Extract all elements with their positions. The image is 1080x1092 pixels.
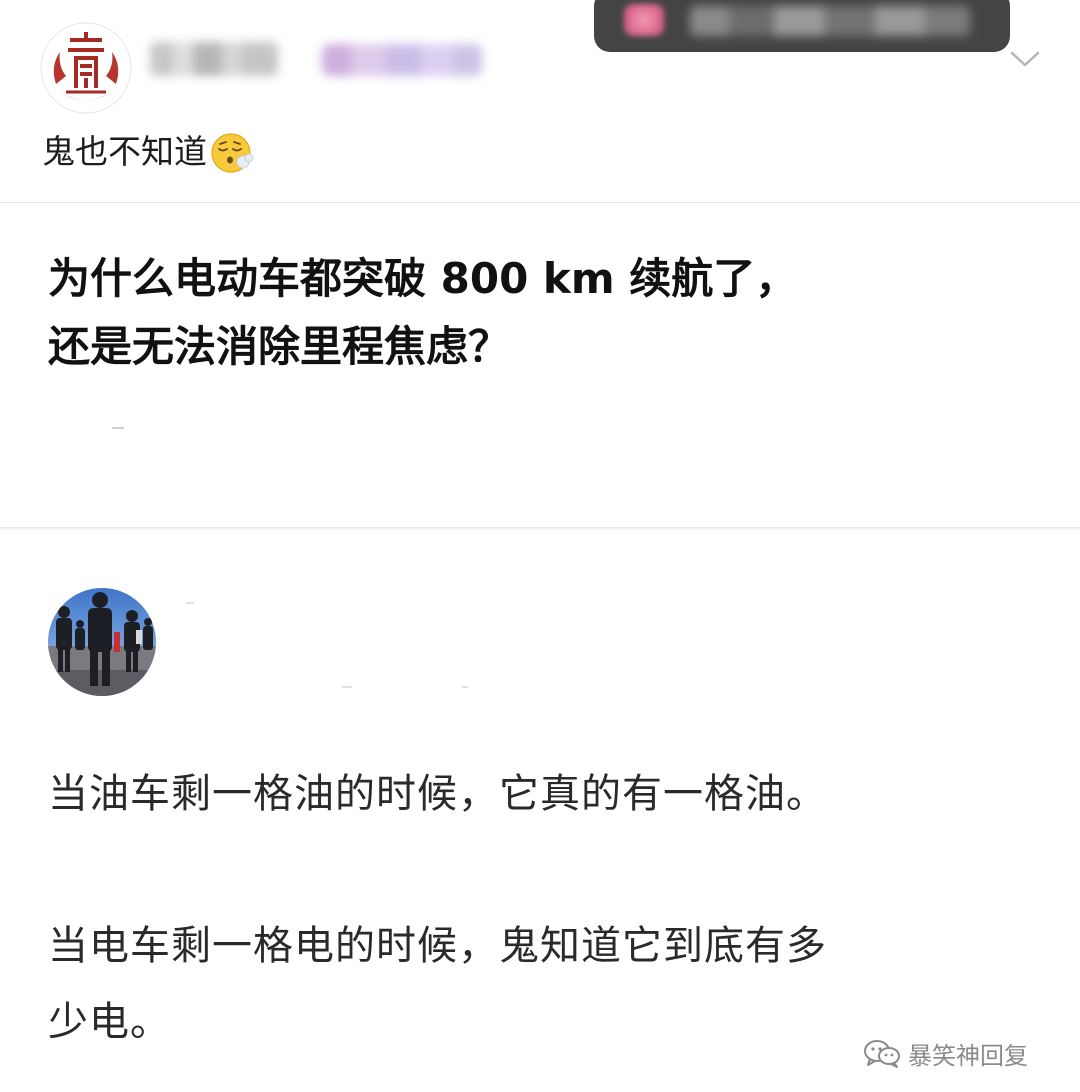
blurred-meta-remnant — [462, 686, 468, 688]
question-card[interactable]: 为什么电动车都突破 800 km 续航了， 还是无法消除里程焦虑？ — [0, 202, 1080, 528]
username-blurred[interactable] — [150, 42, 278, 76]
answer-paragraph-2-line-1: 当电车剩一格电的时候，鬼知道它到底有多 — [48, 923, 827, 969]
crowd-photo-icon — [48, 588, 156, 696]
question-title: 为什么电动车都突破 800 km 续航了， 还是无法消除里程焦虑？ — [48, 245, 1038, 381]
exhaling-face-emoji-icon — [209, 129, 255, 175]
answer-card: 当油车剩一格油的时候，它真的有一格油。 当电车剩一格电的时候，鬼知道它到底有多 … — [0, 530, 1080, 1092]
user-badge-blurred — [322, 44, 482, 76]
watermark: 暴笑神回复 — [862, 1036, 1028, 1070]
blurred-name-remnant — [186, 602, 194, 604]
answer-text: 当油车剩一格油的时候，它真的有一格油。 当电车剩一格电的时候，鬼知道它到底有多 … — [48, 756, 1038, 1060]
toast-avatar-blurred — [624, 4, 664, 36]
post-text-content: 鬼也不知道 — [42, 132, 207, 171]
chevron-down-icon[interactable] — [1008, 48, 1042, 70]
blurred-meta-remnant — [342, 686, 352, 688]
wechat-icon — [862, 1038, 902, 1068]
question-title-line-1: 为什么电动车都突破 800 km 续航了， — [48, 254, 798, 303]
notification-toast[interactable] — [594, 0, 1010, 52]
answerer-avatar[interactable] — [48, 588, 156, 696]
post-text: 鬼也不知道 — [42, 128, 255, 176]
answer-paragraph-1: 当油车剩一格油的时候，它真的有一格油。 — [48, 771, 827, 817]
toast-text-blurred — [690, 6, 970, 36]
watermark-text: 暴笑神回复 — [908, 1041, 1028, 1070]
divider-mark — [112, 427, 124, 429]
seal-logo-icon — [40, 22, 132, 114]
question-title-line-2: 还是无法消除里程焦虑？ — [48, 322, 511, 371]
avatar[interactable] — [40, 22, 132, 114]
post-card: 鬼也不知道 — [0, 0, 1080, 202]
